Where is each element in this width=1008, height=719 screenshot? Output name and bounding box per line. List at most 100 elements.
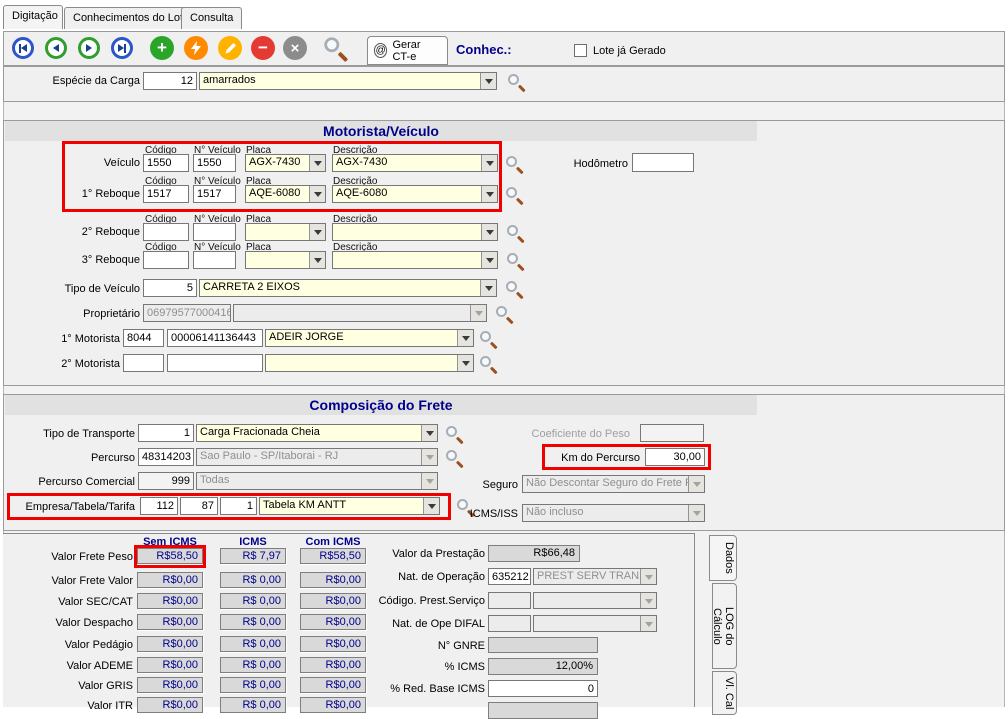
edit-icon[interactable] bbox=[218, 36, 242, 60]
tipo-de-veiculo-combo[interactable]: CARRETA 2 EIXOS bbox=[199, 279, 497, 297]
valor-frete-valor-icms: R$ 0,00 bbox=[220, 572, 286, 588]
motorista1-nome-combo[interactable]: ADEIR JORGE bbox=[265, 329, 474, 347]
delete-record-icon[interactable]: − bbox=[251, 36, 275, 60]
reboque2-num-input[interactable] bbox=[193, 223, 236, 241]
motorista2-nome-combo[interactable] bbox=[265, 354, 474, 372]
reboque3-search-icon[interactable] bbox=[506, 252, 526, 272]
side-tab-log-do-calculo[interactable]: LOG do Cálculo bbox=[712, 583, 737, 669]
valor-itr-com-icms: R$0,00 bbox=[300, 697, 366, 713]
codigo-prest-servico-combo bbox=[533, 592, 657, 609]
chevron-down-icon[interactable] bbox=[481, 155, 497, 171]
valor-ademe-label: Valor ADEME bbox=[13, 660, 133, 673]
valor-sec-cat-label: Valor SEC/CAT bbox=[13, 596, 133, 609]
next-record-icon[interactable] bbox=[78, 37, 100, 59]
chevron-down-icon[interactable] bbox=[457, 330, 473, 346]
coeficiente-do-peso-label: Coeficiente do Peso bbox=[520, 428, 630, 441]
reboque1-placa-combo[interactable]: AQE-6080 bbox=[245, 185, 326, 203]
veiculo-descricao-combo[interactable]: AGX-7430 bbox=[332, 154, 498, 172]
chevron-down-icon[interactable] bbox=[480, 280, 496, 296]
tipo-de-veiculo-search-icon[interactable] bbox=[505, 280, 525, 300]
chevron-down-icon bbox=[470, 305, 486, 321]
veiculo-codigo-input[interactable]: 1550 bbox=[143, 154, 189, 172]
chevron-down-icon[interactable] bbox=[481, 186, 497, 202]
chevron-down-icon[interactable] bbox=[309, 224, 325, 240]
motorista1-documento-input[interactable]: 00006141136443 bbox=[167, 329, 263, 347]
proprietario-search-icon[interactable] bbox=[495, 305, 515, 325]
hodometro-input[interactable] bbox=[632, 153, 694, 172]
especie-code-input[interactable]: 12 bbox=[143, 72, 197, 90]
last-record-icon[interactable] bbox=[111, 37, 133, 59]
tab-digitacao[interactable]: Digitação bbox=[3, 5, 63, 29]
tipo-de-veiculo-code-input[interactable]: 5 bbox=[143, 279, 197, 297]
chevron-down-icon[interactable] bbox=[481, 252, 497, 268]
side-tab-vl-cal[interactable]: Vl. Cal bbox=[712, 671, 737, 715]
tipo-de-transporte-search-icon[interactable] bbox=[445, 425, 465, 445]
side-tab-dados[interactable]: Dados bbox=[709, 535, 737, 581]
especie-combo[interactable]: amarrados bbox=[199, 72, 497, 90]
tab-conhecimentos-do-lote[interactable]: Conhecimentos do Lote bbox=[64, 7, 198, 29]
chevron-down-icon[interactable] bbox=[309, 252, 325, 268]
reboque3-descricao-combo[interactable] bbox=[332, 251, 498, 269]
chevron-down-icon[interactable] bbox=[423, 498, 439, 514]
execute-icon[interactable] bbox=[184, 36, 208, 60]
chevron-down-icon[interactable] bbox=[480, 73, 496, 89]
n-gnre-label: N° GNRE bbox=[365, 640, 485, 653]
tabela-input[interactable]: 87 bbox=[180, 497, 218, 515]
tarifa-input[interactable]: 1 bbox=[220, 497, 257, 515]
add-record-icon[interactable]: + bbox=[150, 36, 174, 60]
search-icon[interactable] bbox=[323, 36, 350, 63]
cancel-icon[interactable]: × bbox=[283, 36, 307, 60]
reboque2-search-icon[interactable] bbox=[506, 224, 526, 244]
chevron-down-icon bbox=[640, 616, 656, 631]
nat-de-ope-difal-combo bbox=[533, 615, 657, 632]
veiculo-label: Veículo bbox=[20, 157, 140, 170]
tab-consulta[interactable]: Consulta bbox=[181, 7, 242, 29]
motorista-veiculo-title: Motorista/Veículo bbox=[5, 123, 757, 139]
especie-search-icon[interactable] bbox=[507, 73, 527, 93]
pct-red-base-icms-input[interactable]: 0 bbox=[488, 680, 598, 697]
valor-pedagio-com-icms: R$0,00 bbox=[300, 636, 366, 652]
percurso-search-icon[interactable] bbox=[445, 449, 465, 469]
chevron-down-icon[interactable] bbox=[309, 155, 325, 171]
motorista2-search-icon[interactable] bbox=[479, 355, 499, 375]
reboque2-placa-combo[interactable] bbox=[245, 223, 326, 241]
reboque2-codigo-input[interactable] bbox=[143, 223, 189, 241]
gerar-cte-button[interactable]: @ Gerar CT-e bbox=[367, 36, 448, 65]
nat-de-operacao-code-input[interactable]: 635212 bbox=[488, 568, 531, 585]
reboque3-placa-combo[interactable] bbox=[245, 251, 326, 269]
percurso-code-input[interactable]: 48314203 bbox=[138, 448, 194, 466]
tarifa-combo[interactable]: Tabela KM ANTT bbox=[259, 497, 440, 515]
motorista2-codigo-input[interactable] bbox=[123, 354, 164, 372]
chevron-down-icon[interactable] bbox=[309, 186, 325, 202]
veiculo-search-icon[interactable] bbox=[505, 155, 525, 175]
chevron-down-icon[interactable] bbox=[481, 224, 497, 240]
reboque1-num-input[interactable]: 1517 bbox=[193, 185, 236, 203]
chevron-down-icon bbox=[421, 449, 437, 465]
reboque1-codigo-input[interactable]: 1517 bbox=[143, 185, 189, 203]
previous-record-icon[interactable] bbox=[45, 37, 67, 59]
tipo-de-transporte-code-input[interactable]: 1 bbox=[138, 424, 194, 442]
reboque2-label: 2° Reboque bbox=[20, 226, 140, 239]
especie-da-carga-label: Espécie da Carga bbox=[30, 75, 140, 88]
chevron-down-icon bbox=[421, 473, 437, 489]
chevron-down-icon[interactable] bbox=[457, 355, 473, 371]
motorista2-documento-input[interactable] bbox=[167, 354, 263, 372]
km-do-percurso-input[interactable]: 30,00 bbox=[645, 448, 705, 466]
reboque1-descricao-combo[interactable]: AQE-6080 bbox=[332, 185, 498, 203]
tipo-de-transporte-combo[interactable]: Carga Fracionada Cheia bbox=[196, 424, 438, 442]
first-record-icon[interactable] bbox=[12, 37, 34, 59]
motorista1-codigo-input[interactable]: 8044 bbox=[123, 329, 164, 347]
com-icms-header: Com ICMS bbox=[300, 536, 366, 548]
conhec-label: Conhec.: bbox=[456, 42, 512, 57]
reboque1-search-icon[interactable] bbox=[505, 186, 525, 206]
reboque3-codigo-input[interactable] bbox=[143, 251, 189, 269]
proprietario-code-input: 06979577000416 bbox=[143, 304, 231, 322]
empresa-input[interactable]: 112 bbox=[140, 497, 178, 515]
veiculo-placa-combo[interactable]: AGX-7430 bbox=[245, 154, 326, 172]
reboque3-num-input[interactable] bbox=[193, 251, 236, 269]
lote-ja-gerado-checkbox[interactable] bbox=[574, 44, 587, 57]
veiculo-num-input[interactable]: 1550 bbox=[193, 154, 236, 172]
reboque2-descricao-combo[interactable] bbox=[332, 223, 498, 241]
motorista1-search-icon[interactable] bbox=[479, 330, 499, 350]
chevron-down-icon[interactable] bbox=[421, 425, 437, 441]
